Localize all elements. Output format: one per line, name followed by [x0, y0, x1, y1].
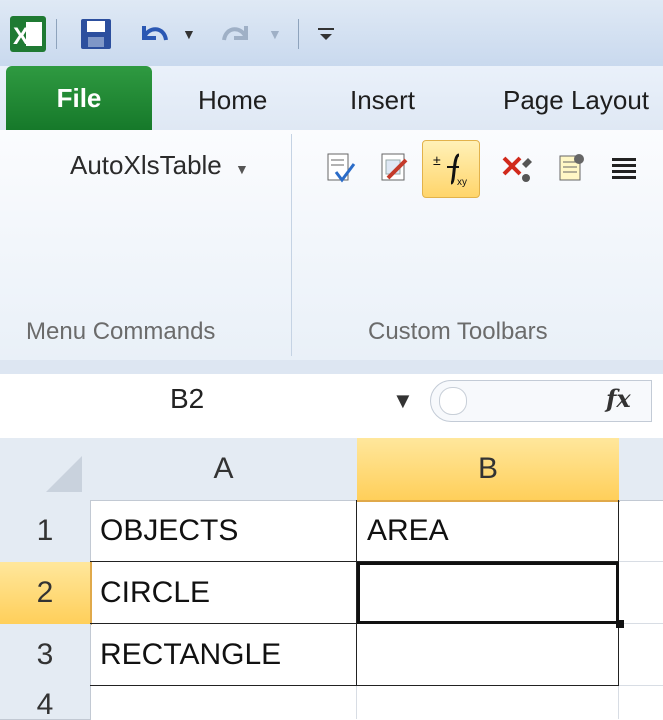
svg-text:xy: xy — [457, 177, 467, 188]
row-header-2[interactable]: 2 — [0, 562, 92, 625]
tab-page-layout[interactable]: Page Layout — [503, 80, 649, 120]
group-separator — [291, 134, 292, 356]
svg-text:±: ± — [433, 152, 441, 168]
fx-icon[interactable]: fx — [606, 384, 631, 413]
spreadsheet-grid: A B 1 2 3 4 OBJECTS AREA CIRCLE RECTANGL… — [0, 428, 663, 720]
quick-access-toolbar: X ▼ ▼ — [0, 0, 663, 66]
row-header-4[interactable]: 4 — [0, 686, 91, 720]
name-box[interactable]: B2 — [0, 374, 380, 428]
formula-resize-handle[interactable] — [439, 387, 467, 415]
undo-icon[interactable] — [136, 14, 172, 54]
excel-icon[interactable]: X — [8, 14, 48, 54]
separator — [56, 14, 57, 54]
column-header-b[interactable]: B — [357, 438, 620, 502]
list-icon[interactable] — [596, 140, 652, 196]
cell-a4[interactable] — [90, 686, 357, 719]
chevron-down-icon: ▼ — [235, 161, 249, 177]
separator — [298, 14, 299, 54]
ribbon-gap — [0, 360, 663, 374]
cell-b2[interactable] — [357, 562, 619, 624]
column-header-c[interactable] — [619, 438, 663, 501]
fill-handle[interactable] — [616, 620, 624, 628]
tab-insert[interactable]: Insert — [350, 80, 415, 120]
redo-icon[interactable] — [218, 14, 254, 54]
check-doc-icon[interactable] — [312, 140, 368, 196]
cell-b3[interactable] — [357, 624, 619, 686]
row-header-1[interactable]: 1 — [0, 500, 91, 563]
undo-dropdown-icon[interactable]: ▼ — [182, 14, 196, 54]
formula-xy-icon[interactable]: ± xy — [422, 140, 480, 198]
name-box-dropdown-icon[interactable]: ▼ — [392, 388, 414, 414]
select-all-corner[interactable] — [0, 438, 91, 501]
redo-dropdown-icon[interactable]: ▼ — [268, 14, 282, 54]
customize-qat-icon[interactable] — [314, 14, 338, 54]
autoxlstable-label: AutoXlsTable — [70, 150, 222, 180]
formula-bar: B2 ▼ fx — [0, 374, 663, 429]
group-label-custom-toolbars: Custom Toolbars — [368, 318, 548, 345]
formula-input-area[interactable]: fx — [430, 380, 652, 422]
ribbon-tabs: File Home Insert Page Layout — [0, 66, 663, 131]
tab-home[interactable]: Home — [198, 80, 267, 120]
cell-c3[interactable] — [619, 624, 663, 686]
ribbon: AutoXlsTable ▼ ± xy Menu Commands Custom… — [0, 130, 663, 361]
cell-b4[interactable] — [357, 686, 619, 719]
row-header-3[interactable]: 3 — [0, 624, 91, 687]
cell-a2[interactable]: CIRCLE — [90, 562, 357, 624]
tab-file[interactable]: File — [6, 66, 152, 130]
save-icon[interactable] — [78, 14, 114, 54]
cell-a3[interactable]: RECTANGLE — [90, 624, 357, 686]
remove-icon[interactable] — [488, 140, 544, 196]
svg-text:X: X — [13, 23, 29, 50]
column-header-a[interactable]: A — [90, 438, 358, 501]
name-box-value: B2 — [170, 383, 205, 414]
cell-a1[interactable]: OBJECTS — [90, 500, 357, 562]
select-all-triangle-icon — [46, 456, 82, 492]
cell-c1[interactable] — [619, 500, 663, 562]
cell-c2[interactable] — [619, 562, 663, 624]
group-label-menu-commands: Menu Commands — [26, 318, 216, 345]
settings-doc-icon[interactable] — [542, 140, 598, 196]
edit-sheet-icon[interactable] — [366, 140, 422, 196]
autoxlstable-dropdown[interactable]: AutoXlsTable ▼ — [70, 150, 249, 181]
cell-b1[interactable]: AREA — [357, 500, 619, 562]
